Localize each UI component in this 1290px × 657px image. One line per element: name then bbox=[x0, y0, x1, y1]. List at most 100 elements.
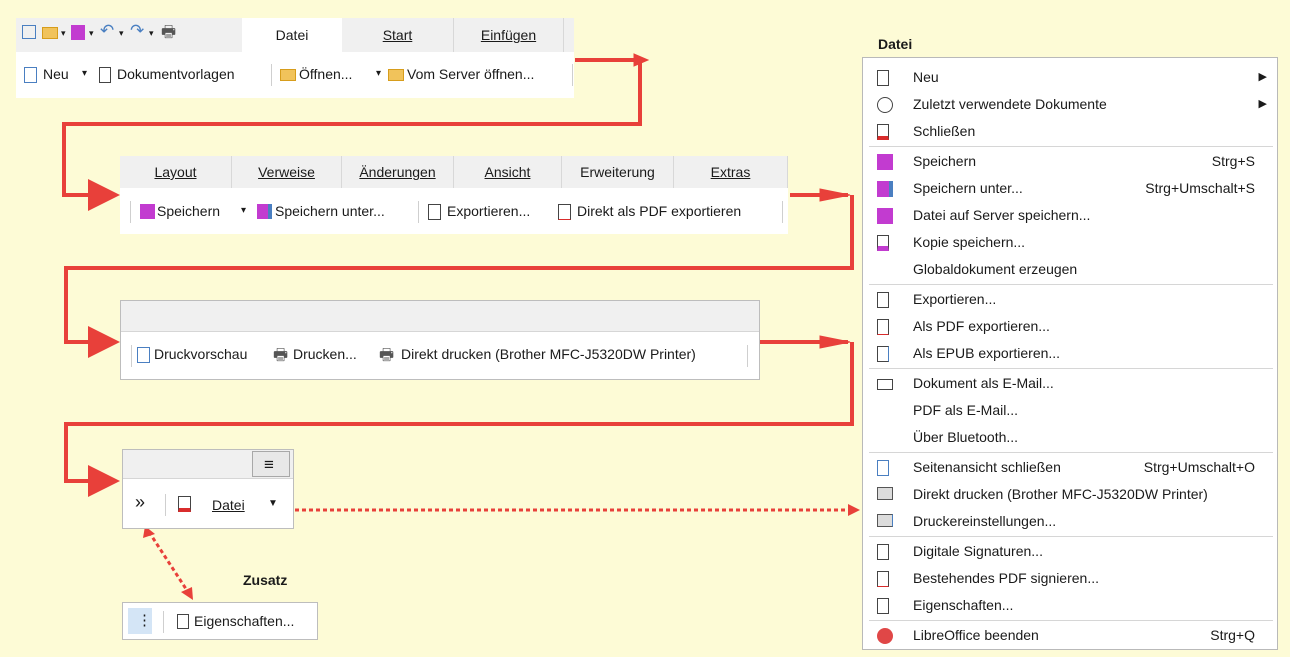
chevron-down-icon[interactable]: ▾ bbox=[82, 68, 87, 79]
print-button[interactable]: Drucken... bbox=[293, 346, 357, 362]
separator bbox=[418, 201, 419, 223]
menu-item-label: Über Bluetooth... bbox=[913, 429, 1019, 445]
hamburger-icon: ≡ bbox=[264, 455, 274, 474]
menu-item-shortcut: Strg+Umschalt+S bbox=[1145, 180, 1255, 196]
tab-extras-label: Extras bbox=[710, 164, 751, 180]
menu-item-schließen[interactable]: Schließen bbox=[863, 118, 1277, 145]
menu-item-dokument-als-e-mail[interactable]: Dokument als E-Mail... bbox=[863, 370, 1277, 397]
open-button[interactable]: Öffnen... bbox=[299, 66, 352, 82]
new-doc-icon bbox=[24, 67, 37, 83]
print-preview-button[interactable]: Druckvorschau bbox=[154, 346, 247, 362]
chevron-down-icon[interactable]: ▾ bbox=[149, 28, 154, 39]
menu-item-globaldokument-erzeugen[interactable]: Globaldokument erzeugen bbox=[863, 256, 1277, 283]
menu-item-speichern-unter[interactable]: Speichern unter... Strg+Umschalt+S bbox=[863, 175, 1277, 202]
tab-start[interactable]: Start bbox=[342, 18, 454, 52]
tab-aenderungen-label: Änderungen bbox=[359, 164, 436, 180]
tab-verweise-label: Verweise bbox=[258, 164, 315, 180]
menu-item-shortcut: Strg+Q bbox=[1210, 627, 1255, 643]
redo-icon[interactable]: ↷ bbox=[130, 21, 144, 41]
menu-separator bbox=[869, 284, 1273, 285]
chevron-down-icon[interactable]: ▾ bbox=[376, 68, 381, 79]
menu-separator bbox=[869, 146, 1273, 147]
save-copy-icon bbox=[877, 235, 889, 251]
save-as-button[interactable]: Speichern unter... bbox=[275, 203, 385, 219]
menu-item-label: LibreOffice beenden bbox=[913, 627, 1039, 643]
save-icon bbox=[140, 204, 155, 219]
export-button[interactable]: Exportieren... bbox=[447, 203, 530, 219]
more-button[interactable]: » bbox=[135, 492, 145, 513]
menu-item-neu[interactable]: Neu ▶ bbox=[863, 64, 1277, 91]
overflow-button[interactable]: ⋮ bbox=[128, 608, 152, 634]
menu-item-kopie-speichern[interactable]: Kopie speichern... bbox=[863, 229, 1277, 256]
hamburger-button[interactable]: ≡ bbox=[252, 451, 290, 477]
epub-icon bbox=[877, 346, 889, 362]
tab-erweiterung[interactable]: Erweiterung bbox=[562, 156, 674, 188]
tab-einfuegen[interactable]: Einfügen bbox=[454, 18, 564, 52]
menu-item-shortcut: Strg+S bbox=[1211, 153, 1255, 169]
templates-button[interactable]: Dokumentvorlagen bbox=[117, 66, 235, 82]
chevron-down-icon[interactable]: ▾ bbox=[61, 28, 66, 39]
export-pdf-button[interactable]: Direkt als PDF exportieren bbox=[577, 203, 741, 219]
sidebar-toggle-icon[interactable] bbox=[22, 25, 36, 39]
menu-item-zuletzt-verwendete-dokumente[interactable]: Zuletzt verwendete Dokumente ▶ bbox=[863, 91, 1277, 118]
file-menu-button[interactable]: Datei bbox=[212, 497, 245, 513]
menu-item-als-epub-exportieren[interactable]: Als EPUB exportieren... bbox=[863, 340, 1277, 367]
menu-item-über-bluetooth[interactable]: Über Bluetooth... bbox=[863, 424, 1277, 451]
menu-item-druckereinstellungen[interactable]: Druckereinstellungen... bbox=[863, 508, 1277, 535]
menu-separator bbox=[869, 620, 1273, 621]
properties-button[interactable]: Eigenschaften... bbox=[194, 613, 294, 629]
menu-item-libreoffice-beenden[interactable]: LibreOffice beenden Strg+Q bbox=[863, 622, 1277, 649]
chevron-down-icon[interactable]: ▾ bbox=[241, 205, 246, 216]
menu-separator bbox=[869, 536, 1273, 537]
preview-icon bbox=[137, 347, 150, 363]
undo-icon[interactable]: ↶ bbox=[100, 21, 114, 41]
menu-item-direkt-drucken-brother-mfc-j5320dw-printer[interactable]: Direkt drucken (Brother MFC-J5320DW Prin… bbox=[863, 481, 1277, 508]
menu-item-digitale-signaturen[interactable]: Digitale Signaturen... bbox=[863, 538, 1277, 565]
tab-verweise[interactable]: Verweise bbox=[232, 156, 342, 188]
menu-item-datei-auf-server-speichern[interactable]: Datei auf Server speichern... bbox=[863, 202, 1277, 229]
separator bbox=[130, 201, 131, 223]
menu-item-bestehendes-pdf-signieren[interactable]: Bestehendes PDF signieren... bbox=[863, 565, 1277, 592]
separator bbox=[271, 64, 272, 86]
new-button[interactable]: Neu bbox=[43, 66, 69, 82]
tab-ansicht[interactable]: Ansicht bbox=[454, 156, 562, 188]
menu-item-seitenansicht-schließen[interactable]: Seitenansicht schließen Strg+Umschalt+O bbox=[863, 454, 1277, 481]
chevron-down-icon[interactable]: ▾ bbox=[119, 28, 124, 39]
tab-extras[interactable]: Extras bbox=[674, 156, 788, 188]
menu-item-label: Schließen bbox=[913, 123, 976, 139]
print-icon[interactable]: 🖶 bbox=[161, 21, 176, 48]
menu-item-label: Seitenansicht schließen bbox=[913, 459, 1061, 475]
close-doc-icon bbox=[877, 124, 889, 140]
chevron-down-icon[interactable]: ▾ bbox=[89, 28, 94, 39]
save-remote-icon bbox=[877, 208, 893, 224]
menu-item-exportieren[interactable]: Exportieren... bbox=[863, 286, 1277, 313]
tab-layout[interactable]: Layout bbox=[120, 156, 232, 188]
zusatz-title: Zusatz bbox=[243, 572, 288, 588]
open-remote-button[interactable]: Vom Server öffnen... bbox=[407, 66, 534, 82]
print-icon: 🖶 bbox=[273, 347, 289, 364]
menu-item-label: PDF als E-Mail... bbox=[913, 402, 1019, 418]
menu-item-pdf-als-e-mail[interactable]: PDF als E-Mail... bbox=[863, 397, 1277, 424]
zusatz-toolbar: ⋮ Eigenschaften... bbox=[122, 602, 318, 640]
menu-item-label: Druckereinstellungen... bbox=[913, 513, 1057, 529]
toolbar-4-tabbar: ≡ bbox=[123, 450, 293, 479]
menu-item-als-pdf-exportieren[interactable]: Als PDF exportieren... bbox=[863, 313, 1277, 340]
menu-item-speichern[interactable]: Speichern Strg+S bbox=[863, 148, 1277, 175]
tab-datei[interactable]: Datei bbox=[242, 18, 342, 52]
direct-print-button[interactable]: Direkt drucken (Brother MFC-J5320DW Prin… bbox=[401, 346, 696, 362]
toolbar-3-tabbar bbox=[121, 301, 759, 332]
dropdown-arrow-icon[interactable]: ▼ bbox=[268, 498, 278, 509]
menu-item-label: Globaldokument erzeugen bbox=[913, 261, 1078, 277]
tab-layout-label: Layout bbox=[154, 164, 197, 180]
separator bbox=[782, 201, 783, 223]
preview-icon bbox=[877, 460, 889, 476]
save-icon[interactable] bbox=[71, 25, 85, 40]
open-remote-icon bbox=[388, 69, 404, 81]
pdf-icon bbox=[558, 204, 571, 220]
save-button[interactable]: Speichern bbox=[157, 203, 220, 219]
tab-aenderungen[interactable]: Änderungen bbox=[342, 156, 454, 188]
menu-item-eigenschaften[interactable]: Eigenschaften... bbox=[863, 592, 1277, 619]
menu-item-label: Bestehendes PDF signieren... bbox=[913, 570, 1099, 586]
open-folder-icon[interactable] bbox=[42, 27, 58, 39]
menu-item-label: Speichern bbox=[913, 153, 977, 169]
